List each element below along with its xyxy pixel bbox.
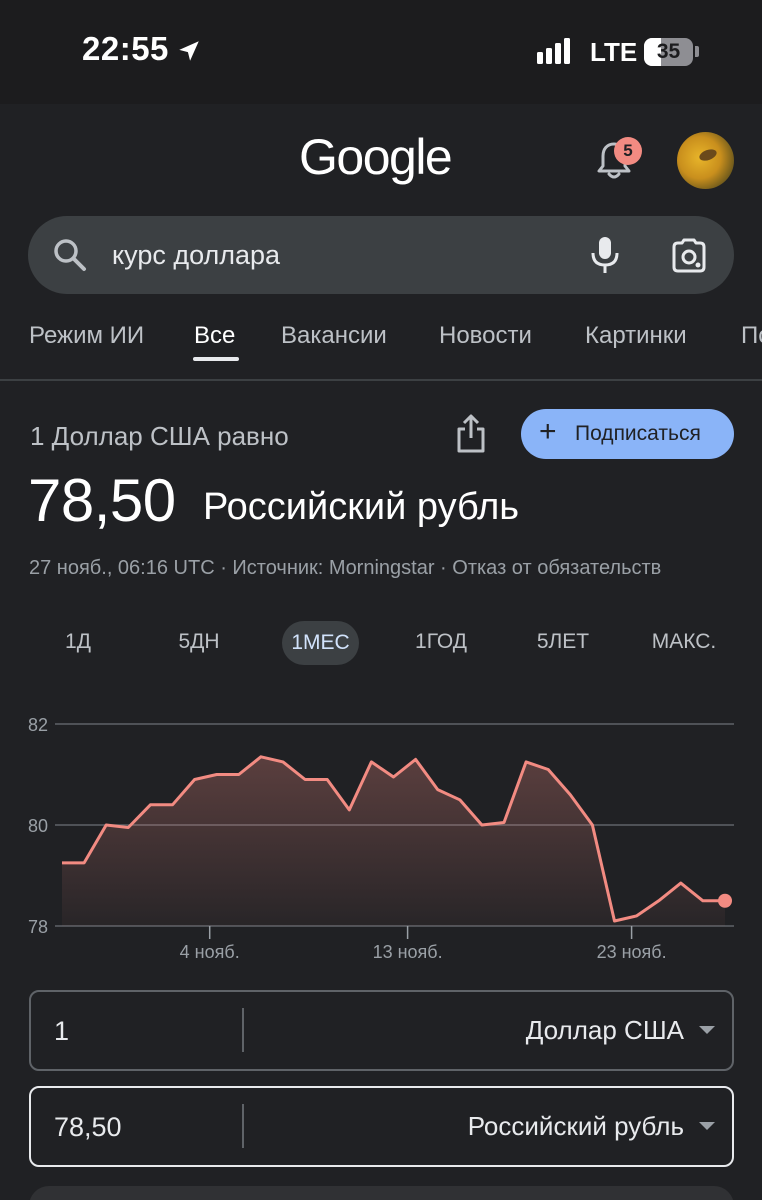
chevron-down-icon[interactable]: [699, 1026, 715, 1034]
range-5y[interactable]: 5ЛЕТ: [525, 630, 601, 654]
network-type: LTE: [590, 37, 638, 67]
range-1m[interactable]: 1МЕС: [282, 621, 359, 665]
battery-icon: 35: [644, 38, 693, 66]
to-currency-select[interactable]: Российский рубль: [468, 1111, 684, 1142]
subscribe-button[interactable]: + Подписаться: [521, 409, 734, 459]
tab-more[interactable]: По: [741, 322, 762, 350]
search-bar[interactable]: курс доллара: [28, 216, 734, 294]
search-tabs: Режим ИИ Все Вакансии Новости Картинки П…: [0, 318, 762, 378]
target-currency-name: Российский рубль: [203, 486, 520, 528]
google-logo[interactable]: Google: [299, 128, 453, 186]
to-amount-input[interactable]: 78,50: [54, 1112, 122, 1143]
range-5d[interactable]: 5ДН: [164, 630, 234, 654]
exchange-rate-chart[interactable]: 82 80 78 4 нояб. 13 нояб. 23 нояб.: [0, 700, 762, 970]
rate-source-meta[interactable]: 27 нояб., 06:16 UTC · Источник: Mornings…: [29, 557, 661, 580]
battery-level: 35: [656, 40, 681, 63]
divider: [0, 379, 762, 381]
tab-all[interactable]: Все: [194, 322, 235, 350]
battery-tip: [695, 46, 699, 57]
chart-y-tick-label: 78: [28, 917, 48, 937]
chevron-down-icon[interactable]: [699, 1122, 715, 1130]
range-max[interactable]: МАКС.: [641, 630, 727, 654]
tab-news[interactable]: Новости: [439, 322, 532, 350]
google-lens-icon[interactable]: [671, 238, 707, 274]
from-currency-select[interactable]: Доллар США: [526, 1015, 684, 1046]
from-amount-input[interactable]: 1: [54, 1016, 69, 1047]
converter-separator: [242, 1104, 244, 1148]
status-bar: 22:55 LTE 35: [0, 0, 762, 104]
tab-jobs[interactable]: Вакансии: [281, 322, 387, 350]
search-input[interactable]: курс доллара: [112, 240, 280, 271]
status-time: 22:55: [82, 30, 169, 67]
next-result-card: [29, 1186, 734, 1200]
microphone-icon[interactable]: [590, 236, 620, 274]
subscribe-label: Подписаться: [575, 422, 701, 445]
chart-area-fill: [62, 756, 725, 926]
converter-to-box[interactable]: 78,50 Российский рубль: [29, 1086, 734, 1167]
tab-images[interactable]: Картинки: [585, 322, 687, 350]
exchange-rate-value: 78,50: [28, 467, 176, 534]
active-tab-indicator: [193, 357, 239, 361]
plus-icon: +: [539, 415, 557, 448]
notification-badge: 5: [614, 137, 642, 165]
search-icon[interactable]: [53, 238, 87, 272]
chart-x-tick-label: 23 нояб.: [597, 942, 667, 962]
chart-last-point: [718, 893, 732, 908]
range-1y[interactable]: 1ГОД: [403, 630, 479, 654]
location-arrow-icon: [179, 41, 199, 61]
chart-x-tick-label: 13 нояб.: [373, 942, 443, 962]
converter-from-box[interactable]: 1 Доллар США: [29, 990, 734, 1071]
range-1d[interactable]: 1Д: [48, 630, 108, 654]
share-icon[interactable]: [455, 414, 487, 454]
avatar[interactable]: [677, 132, 734, 189]
converter-separator: [242, 1008, 244, 1052]
chart-y-tick-label: 80: [28, 816, 48, 836]
conversion-equals-label: 1 Доллар США равно: [30, 421, 289, 451]
chart-y-tick-label: 82: [28, 715, 48, 735]
tab-ai-mode[interactable]: Режим ИИ: [29, 322, 144, 350]
chart-x-tick-label: 4 нояб.: [180, 942, 240, 962]
